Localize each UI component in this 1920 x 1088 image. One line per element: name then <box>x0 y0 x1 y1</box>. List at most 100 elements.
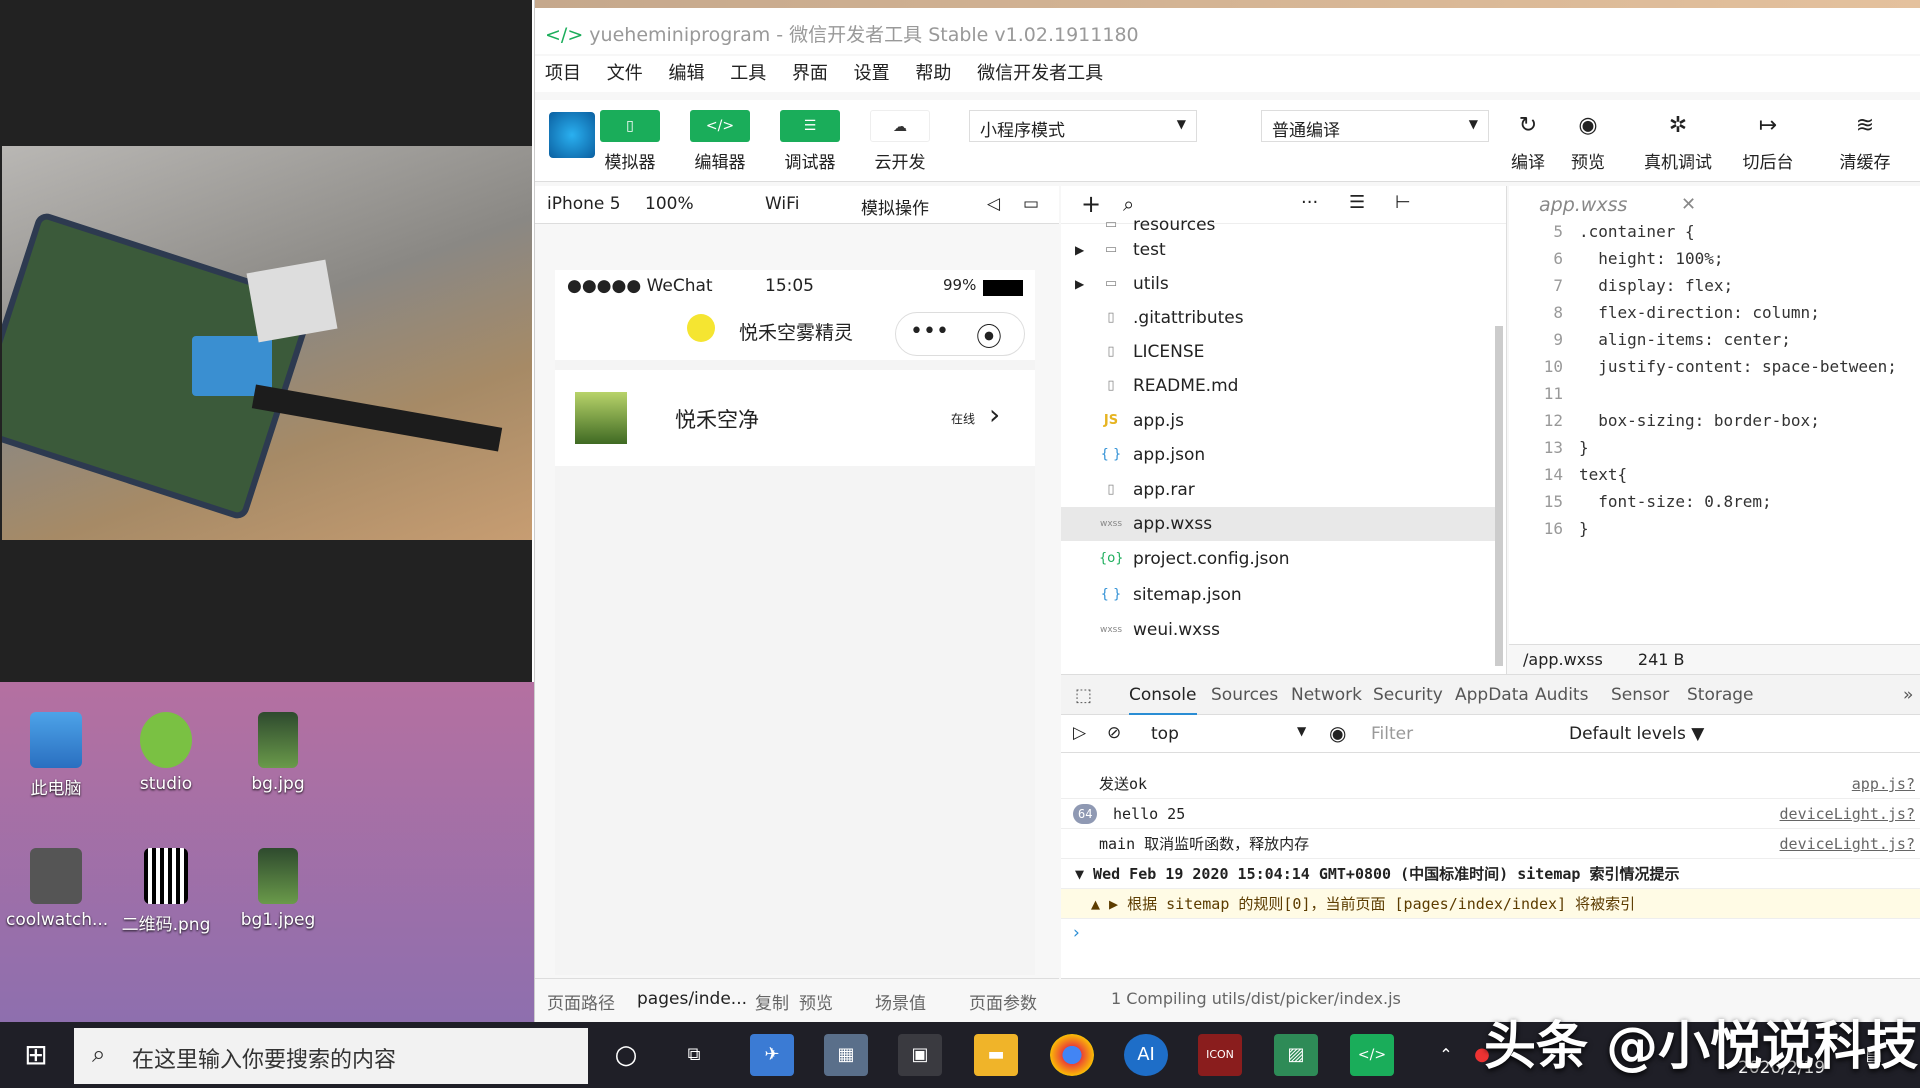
file-item-app-wxss[interactable]: wxss app.wxss <box>1061 507 1501 541</box>
menu-file[interactable]: 文件 <box>607 63 643 84</box>
scrollbar[interactable] <box>1495 326 1503 666</box>
menu-devtools[interactable]: 微信开发者工具 <box>977 63 1103 84</box>
copy-path-button[interactable]: 复制 <box>755 989 789 1014</box>
tab-audits[interactable]: Audits <box>1535 685 1588 705</box>
task-view-icon[interactable]: ⧉ <box>672 1034 716 1076</box>
menu-settings[interactable]: 设置 <box>854 63 890 84</box>
simulate-ops-select[interactable]: 模拟操作 <box>861 194 929 219</box>
zoom-select[interactable]: 100% <box>645 194 694 214</box>
log-levels-select[interactable]: Default levels ▼ <box>1569 724 1704 744</box>
tab-storage[interactable]: Storage <box>1687 685 1754 705</box>
window-icon[interactable]: ▭ <box>1023 194 1039 214</box>
sidebar-toggle-icon[interactable]: ▷ <box>1073 723 1086 743</box>
scene-value-button[interactable]: 场景值 <box>875 989 926 1014</box>
clear-cache-button[interactable]: ≋ 清缓存 <box>1825 110 1905 173</box>
collapse-icon[interactable]: ☰ <box>1349 192 1365 213</box>
file-icon: ▯ <box>1107 310 1115 325</box>
filter-input[interactable]: Filter <box>1371 724 1413 744</box>
tab-appdata[interactable]: AppData <box>1455 685 1529 705</box>
cloud-button[interactable]: ☁ 云开发 <box>867 110 933 173</box>
tab-network[interactable]: Network <box>1291 685 1362 705</box>
menu-tools[interactable]: 工具 <box>730 63 766 84</box>
tab-sensor[interactable]: Sensor <box>1611 685 1669 705</box>
menu-project[interactable]: 项目 <box>545 63 581 84</box>
clear-console-icon[interactable]: ⊘ <box>1107 723 1121 743</box>
file-item-sitemap[interactable]: { } sitemap.json <box>1061 578 1501 612</box>
file-item-project-config[interactable]: {o} project.config.json <box>1061 542 1501 576</box>
more-icon[interactable]: ··· <box>1301 192 1318 213</box>
search-placeholder: 在这里输入你要搜索的内容 <box>132 1048 397 1073</box>
preview-button[interactable]: ◉ 预览 <box>1555 110 1621 173</box>
tab-security[interactable]: Security <box>1373 685 1443 705</box>
mode-select[interactable]: 小程序模式 ▼ <box>969 110 1197 142</box>
tab-sources[interactable]: Sources <box>1211 685 1278 705</box>
desktop-icon-studio[interactable]: studio <box>116 712 216 794</box>
device-name: 悦禾空净 <box>675 408 759 432</box>
terminal-icon[interactable]: ▣ <box>898 1034 942 1076</box>
icon-app-icon[interactable]: ICON <box>1198 1034 1242 1076</box>
background-button[interactable]: ↦ 切后台 <box>1735 110 1801 173</box>
avatar[interactable] <box>549 112 595 158</box>
device-list-item[interactable]: 悦禾空净 在线 › <box>555 370 1035 466</box>
console-prompt-icon[interactable]: › <box>1073 923 1080 943</box>
image-viewer-icon[interactable]: ▨ <box>1274 1034 1318 1076</box>
capsule-menu[interactable]: ••• ⦿ <box>895 312 1025 356</box>
calculator-icon[interactable]: ▦ <box>824 1034 868 1076</box>
file-item-license[interactable]: ▯ LICENSE <box>1061 335 1501 369</box>
compile-mode-select[interactable]: 普通编译 ▼ <box>1261 110 1489 142</box>
wechat-devtools-taskbar-icon[interactable]: </> <box>1350 1034 1394 1076</box>
file-item-weui-wxss[interactable]: wxss weui.wxss <box>1061 613 1501 647</box>
more-icon[interactable]: ••• <box>910 319 949 344</box>
device-select[interactable]: iPhone 5 <box>547 194 621 214</box>
context-select[interactable]: top <box>1151 724 1179 744</box>
close-icon[interactable]: ✕ <box>1681 194 1696 215</box>
tab-console[interactable]: Console <box>1129 685 1197 715</box>
chrome-icon[interactable] <box>1050 1034 1094 1076</box>
file-item-readme[interactable]: ▯ README.md <box>1061 369 1501 403</box>
preview-path-button[interactable]: 预览 <box>799 989 833 1014</box>
desktop-icon-qrcode[interactable]: 二维码.png <box>116 848 216 935</box>
folder-icon[interactable]: ▬ <box>974 1034 1018 1076</box>
desktop-icon-bg1[interactable]: bg1.jpeg <box>228 848 328 930</box>
windows-start-icon[interactable]: ⊞ <box>14 1034 58 1076</box>
file-item-gitattributes[interactable]: ▯ .gitattributes <box>1061 301 1501 335</box>
log-source-link[interactable]: deviceLight.js? <box>1780 799 1915 829</box>
more-tabs-icon[interactable]: » <box>1903 685 1913 705</box>
real-device-debug-button[interactable]: ✲ 真机调试 <box>1635 110 1721 173</box>
editor-button[interactable]: </> 编辑器 <box>687 110 753 173</box>
file-item-app-json[interactable]: { } app.json <box>1061 438 1501 472</box>
desktop-icon-computer[interactable]: 此电脑 <box>6 712 106 799</box>
app-taskbar-icon[interactable]: ✈ <box>750 1034 794 1076</box>
file-item-app-rar[interactable]: ▯ app.rar <box>1061 473 1501 507</box>
console-group-row[interactable]: ▼ Wed Feb 19 2020 15:04:14 GMT+0800 (中国标… <box>1061 859 1920 889</box>
code-area[interactable]: 5 .container { 6 height: 100%; 7 display:… <box>1509 222 1920 644</box>
console-warning-row[interactable]: ▲ ▶ 根据 sitemap 的规则[0]，当前页面 [pages/index/… <box>1061 889 1920 919</box>
line-number: 15 <box>1543 492 1563 511</box>
file-item-utils[interactable]: ▶ ▭ utils <box>1061 267 1501 301</box>
taskbar-search[interactable]: ⌕ 在这里输入你要搜索的内容 <box>74 1028 588 1084</box>
log-source-link[interactable]: deviceLight.js? <box>1780 829 1915 859</box>
desktop-icon-coolwatch[interactable]: coolwatch... <box>6 848 108 930</box>
menu-help[interactable]: 帮助 <box>915 63 951 84</box>
add-icon[interactable]: + <box>1081 190 1101 218</box>
ai-app-icon[interactable]: AI <box>1124 1034 1168 1076</box>
file-item-app-js[interactable]: JS app.js <box>1061 404 1501 438</box>
compile-button[interactable]: ↻ 编译 <box>1495 110 1561 173</box>
search-icon[interactable]: ⌕ <box>1123 192 1134 216</box>
simulator-button[interactable]: ▯ 模拟器 <box>597 110 663 173</box>
menu-interface[interactable]: 界面 <box>792 63 828 84</box>
eye-icon[interactable]: ◉ <box>1329 721 1346 745</box>
menu-edit[interactable]: 编辑 <box>668 63 704 84</box>
log-source-link[interactable]: app.js? <box>1852 769 1915 799</box>
network-select[interactable]: WiFi <box>765 194 799 214</box>
close-target-icon[interactable]: ⦿ <box>976 317 1002 354</box>
cortana-icon[interactable]: ○ <box>604 1034 648 1076</box>
chevron-right-icon: ▶ <box>1075 277 1085 291</box>
desktop-icon-bg[interactable]: bg.jpg <box>228 712 328 794</box>
debugger-button[interactable]: ☰ 调试器 <box>777 110 843 173</box>
split-icon[interactable]: ⊢ <box>1395 192 1411 213</box>
volume-icon[interactable]: ◁ <box>987 194 1000 214</box>
page-params-button[interactable]: 页面参数 <box>969 989 1037 1014</box>
inspect-icon[interactable]: ⬚ <box>1075 685 1092 706</box>
file-item-test[interactable]: ▶ ▭ test <box>1061 233 1501 267</box>
